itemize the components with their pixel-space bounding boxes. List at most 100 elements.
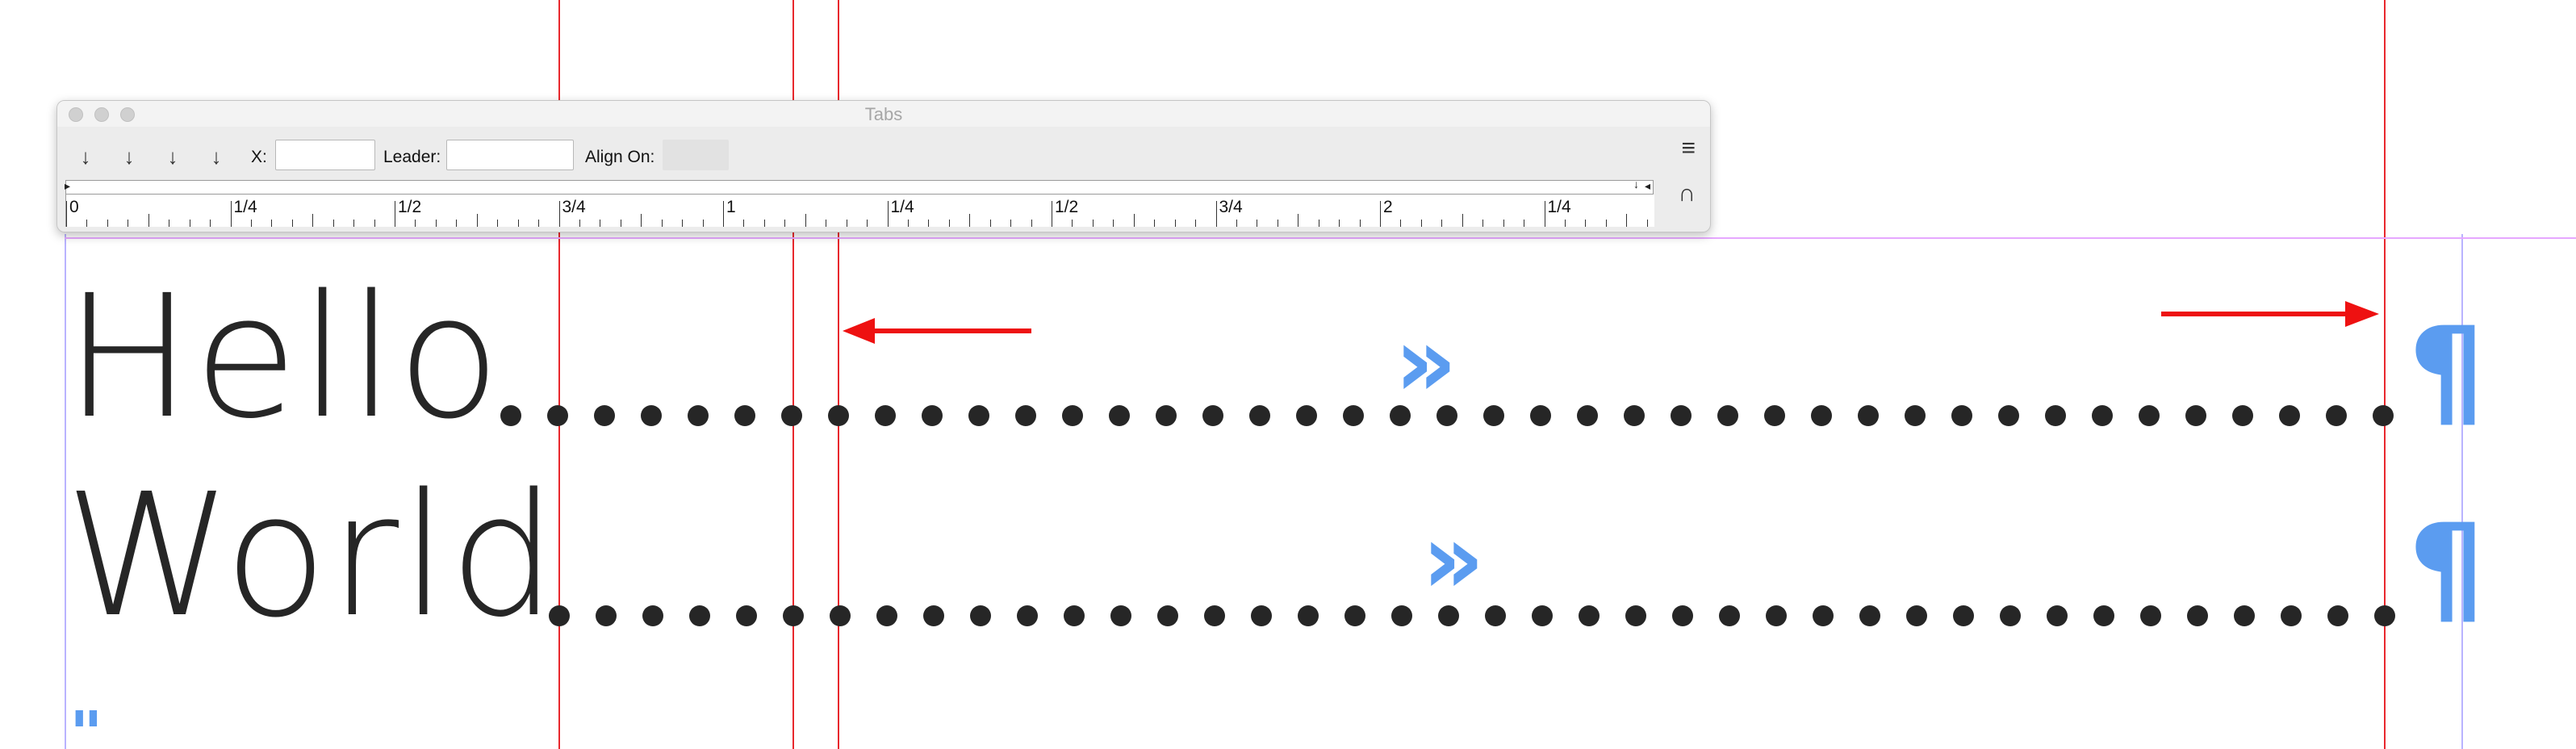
ruler-tick	[1236, 220, 1237, 227]
leader-dot	[2093, 605, 2114, 626]
x-position-field[interactable]	[275, 140, 375, 170]
ruler-tick	[291, 220, 293, 227]
leader-dot	[594, 405, 615, 426]
ruler-label: 1/4	[890, 198, 914, 216]
ruler-tick	[989, 220, 991, 227]
leader-dot	[1717, 405, 1738, 426]
ruler-tick	[887, 201, 889, 227]
ruler-tick	[415, 220, 416, 227]
ruler-tick	[312, 214, 314, 227]
arrow-left-annotation	[872, 328, 1031, 333]
tabs-ruler[interactable]: 01/41/23/411/41/23/421/41/23/431/41/2	[65, 195, 1654, 227]
ruler-tick	[1113, 220, 1114, 227]
guide-line[interactable]	[2384, 0, 2386, 749]
leader-dot	[1344, 605, 1365, 626]
leader-dot	[2326, 405, 2347, 426]
ruler-tick	[1359, 220, 1361, 227]
leader-dot	[1391, 605, 1412, 626]
paragraph-mark-glyph: ¶	[2408, 302, 2486, 442]
ruler-tick	[1626, 214, 1628, 227]
leader-dot	[1204, 605, 1225, 626]
leader-dot	[1483, 405, 1504, 426]
ruler-tick	[1092, 220, 1094, 227]
ruler-tick	[763, 220, 765, 227]
ruler-tick	[1585, 220, 1587, 227]
leader-dot	[830, 605, 851, 626]
ruler-tick	[538, 220, 540, 227]
ruler-tick	[250, 220, 252, 227]
leader-dot	[1624, 405, 1645, 426]
leader-dot	[500, 405, 521, 426]
ruler-tick	[1031, 220, 1032, 227]
align-to-decimal-tab-icon[interactable]: ↓	[203, 143, 230, 170]
x-label: X:	[251, 148, 267, 166]
right-indent-marker-icon[interactable]: ◂	[1645, 179, 1650, 193]
ruler-tick	[517, 220, 519, 227]
align-on-field	[663, 140, 729, 170]
leader-dot	[2047, 605, 2068, 626]
ruler-tick	[948, 220, 950, 227]
text-line-hello[interactable]: Hello	[65, 258, 502, 456]
leader-dot	[970, 605, 991, 626]
magnet-icon[interactable]: ∩	[1678, 180, 1696, 207]
palette-titlebar[interactable]: Tabs	[57, 101, 1710, 127]
ruler-tick	[1441, 220, 1443, 227]
left-justified-tab-icon[interactable]: ↓	[72, 143, 99, 170]
leader-dot	[2187, 605, 2208, 626]
right-justified-tab-icon[interactable]: ↓	[159, 143, 186, 170]
leader-dot	[1251, 605, 1272, 626]
ruler-tick	[332, 220, 334, 227]
center-justified-tab-icon[interactable]: ↓	[115, 143, 143, 170]
menu-icon[interactable]: ≡	[1681, 135, 1696, 162]
ruler-tick	[907, 220, 909, 227]
leader-dot	[1017, 605, 1038, 626]
leader-dot	[596, 605, 617, 626]
left-indent-marker-icon[interactable]: ▸	[65, 179, 70, 193]
ruler-tick	[1195, 220, 1197, 227]
leader-field[interactable]	[446, 140, 574, 170]
ruler-tick	[702, 220, 704, 227]
leader-dot	[1296, 405, 1317, 426]
ruler-tick	[558, 201, 560, 227]
ruler-tick	[456, 220, 458, 227]
leader-dot	[2185, 405, 2206, 426]
arrow-right-annotation	[2161, 312, 2348, 316]
ruler-tick	[66, 201, 67, 227]
leader-dot	[923, 605, 944, 626]
leader-dot	[1766, 605, 1787, 626]
tab-stop-marker-icon[interactable]: ↓	[1633, 178, 1639, 190]
leader-dot	[2140, 605, 2161, 626]
tab-stop-strip[interactable]: ▸ ↓ ◂	[65, 178, 1654, 195]
leader-dot	[1064, 605, 1085, 626]
leader-dot	[1062, 405, 1083, 426]
tabs-toolbar: ↓ ↓ ↓ ↓ X: Leader: Align On:	[57, 133, 1710, 175]
ruler-tick	[210, 220, 211, 227]
leader-label: Leader:	[383, 148, 441, 166]
text-line-world[interactable]: World	[65, 457, 558, 655]
leader-dot	[1859, 605, 1880, 626]
ruler-tick	[1154, 220, 1156, 227]
ruler-tick	[1400, 220, 1402, 227]
leader-dot	[1110, 605, 1131, 626]
leader-dot	[1530, 405, 1551, 426]
ruler-label: 3/4	[562, 198, 586, 216]
ruler-tick	[374, 220, 375, 227]
leader-dot	[689, 605, 710, 626]
ruler-tick	[1010, 220, 1012, 227]
leader-dot	[1249, 405, 1270, 426]
leader-dot	[875, 405, 896, 426]
ruler-tick	[1339, 220, 1340, 227]
leader-dot	[1951, 405, 1972, 426]
tab-character-glyph: »	[1422, 504, 1485, 616]
leader-dot	[642, 605, 663, 626]
ruler-label: 1	[726, 198, 736, 216]
ruler-tick	[969, 214, 971, 227]
leader-dot	[1671, 405, 1692, 426]
leader-dot	[1343, 405, 1364, 426]
leader-dot	[2045, 405, 2066, 426]
leader-dot	[1719, 605, 1740, 626]
leader-dot	[2234, 605, 2255, 626]
leader-dot	[1764, 405, 1785, 426]
tabs-palette[interactable]: Tabs ↓ ↓ ↓ ↓ X: Leader: Align On: ≡ ∩ ▸ …	[56, 100, 1711, 232]
ruler-label: 0	[69, 198, 79, 216]
